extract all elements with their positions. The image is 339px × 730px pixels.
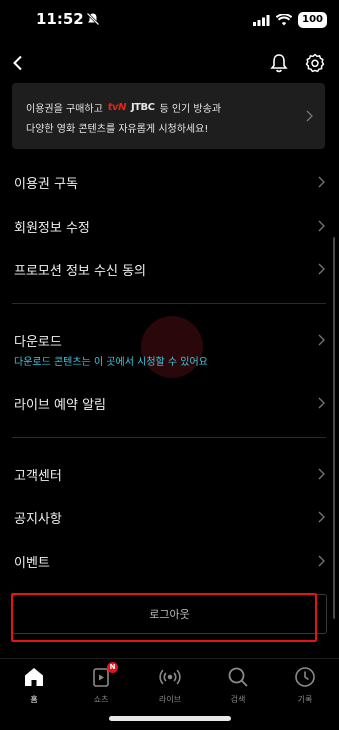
nav-tab-live[interactable]: 라이브 bbox=[145, 665, 195, 707]
menu-item-edit-profile[interactable]: 회원정보 수정 bbox=[0, 206, 339, 246]
chevron-right-icon bbox=[318, 397, 325, 409]
banner-text-prefix: 이용권을 구매하고 bbox=[26, 104, 103, 115]
menu-item-label: 이벤트 bbox=[14, 556, 50, 571]
chevron-right-icon bbox=[318, 263, 325, 275]
notifications-button[interactable] bbox=[266, 50, 292, 76]
menu-item-label: 라이브 예약 알림 bbox=[14, 398, 106, 413]
menu-item-label: 이용권 구독 bbox=[14, 177, 78, 192]
menu-item-label: 공지사항 bbox=[14, 512, 62, 527]
menu-item-label: 회원정보 수정 bbox=[14, 221, 90, 236]
gear-icon bbox=[305, 53, 325, 73]
banner-text-suffix: 등 인기 방송과 bbox=[159, 104, 222, 115]
nav-tab-history[interactable]: 기록 bbox=[280, 665, 330, 707]
nav-label: 라이브 bbox=[158, 695, 182, 704]
banner-line-2: 다양한 영화 콘텐츠를 자유롭게 시청하세요! bbox=[26, 124, 209, 135]
menu-item-live-reminder[interactable]: 라이브 예약 알림 bbox=[0, 383, 339, 423]
back-button[interactable] bbox=[5, 50, 31, 76]
wifi-icon bbox=[276, 14, 293, 26]
chevron-right-icon bbox=[318, 555, 325, 567]
nav-label: 홈 bbox=[30, 695, 38, 704]
nav-tab-search[interactable]: 검색 bbox=[213, 665, 263, 707]
menu-item-events[interactable]: 이벤트 bbox=[0, 541, 339, 581]
menu-item-notices[interactable]: 공지사항 bbox=[0, 497, 339, 537]
chevron-right-icon bbox=[318, 468, 325, 480]
nav-label: 쇼츠 bbox=[93, 695, 109, 704]
bottom-navigation: 홈 N 쇼츠 라이브 검색 기록 bbox=[0, 658, 339, 709]
section-divider bbox=[12, 437, 326, 438]
chevron-right-icon bbox=[318, 176, 325, 188]
signal-icon bbox=[253, 14, 270, 26]
bell-icon bbox=[270, 54, 288, 73]
chevron-right-icon bbox=[318, 220, 325, 232]
settings-button[interactable] bbox=[302, 50, 328, 76]
battery-indicator: 100 bbox=[298, 12, 327, 28]
nav-label: 기록 bbox=[297, 695, 313, 704]
home-indicator[interactable] bbox=[109, 716, 231, 721]
nav-tab-home[interactable]: 홈 bbox=[9, 665, 59, 707]
chevron-right-icon bbox=[318, 511, 325, 523]
banner-line-1: 이용권을 구매하고 tvN JTBC 등 인기 방송과 bbox=[26, 100, 221, 115]
chevron-left-icon bbox=[13, 55, 22, 71]
live-icon bbox=[159, 669, 181, 685]
nav-tab-shorts[interactable]: N 쇼츠 bbox=[76, 662, 126, 707]
section-divider bbox=[12, 303, 326, 304]
menu-item-promo-consent[interactable]: 프로모션 정보 수신 동의 bbox=[0, 249, 339, 289]
menu-item-label: 프로모션 정보 수신 동의 bbox=[14, 264, 146, 279]
new-badge: N bbox=[107, 662, 118, 673]
subscription-promo-banner[interactable]: 이용권을 구매하고 tvN JTBC 등 인기 방송과 다양한 영화 콘텐츠를 … bbox=[12, 83, 325, 149]
menu-item-subscribe[interactable]: 이용권 구독 bbox=[0, 162, 339, 202]
highlight-box bbox=[11, 593, 317, 642]
mute-bell-icon bbox=[86, 12, 100, 26]
nav-label: 검색 bbox=[230, 695, 246, 704]
search-icon bbox=[228, 667, 248, 687]
history-icon bbox=[295, 667, 315, 687]
status-icons: 100 bbox=[253, 12, 327, 28]
chevron-right-icon bbox=[318, 334, 325, 346]
download-description: 다운로드 콘텐츠는 이 곳에서 시청할 수 있어요 bbox=[14, 357, 208, 368]
status-time: 11:52 bbox=[36, 10, 84, 28]
jtbc-logo: JTBC bbox=[130, 102, 155, 113]
menu-item-customer-center[interactable]: 고객센터 bbox=[0, 454, 339, 494]
menu-item-label: 고객센터 bbox=[14, 469, 62, 484]
home-icon bbox=[25, 668, 43, 686]
chevron-right-icon bbox=[306, 110, 313, 122]
menu-item-label: 다운로드 bbox=[14, 335, 62, 350]
tvn-logo: tvN bbox=[107, 102, 127, 113]
